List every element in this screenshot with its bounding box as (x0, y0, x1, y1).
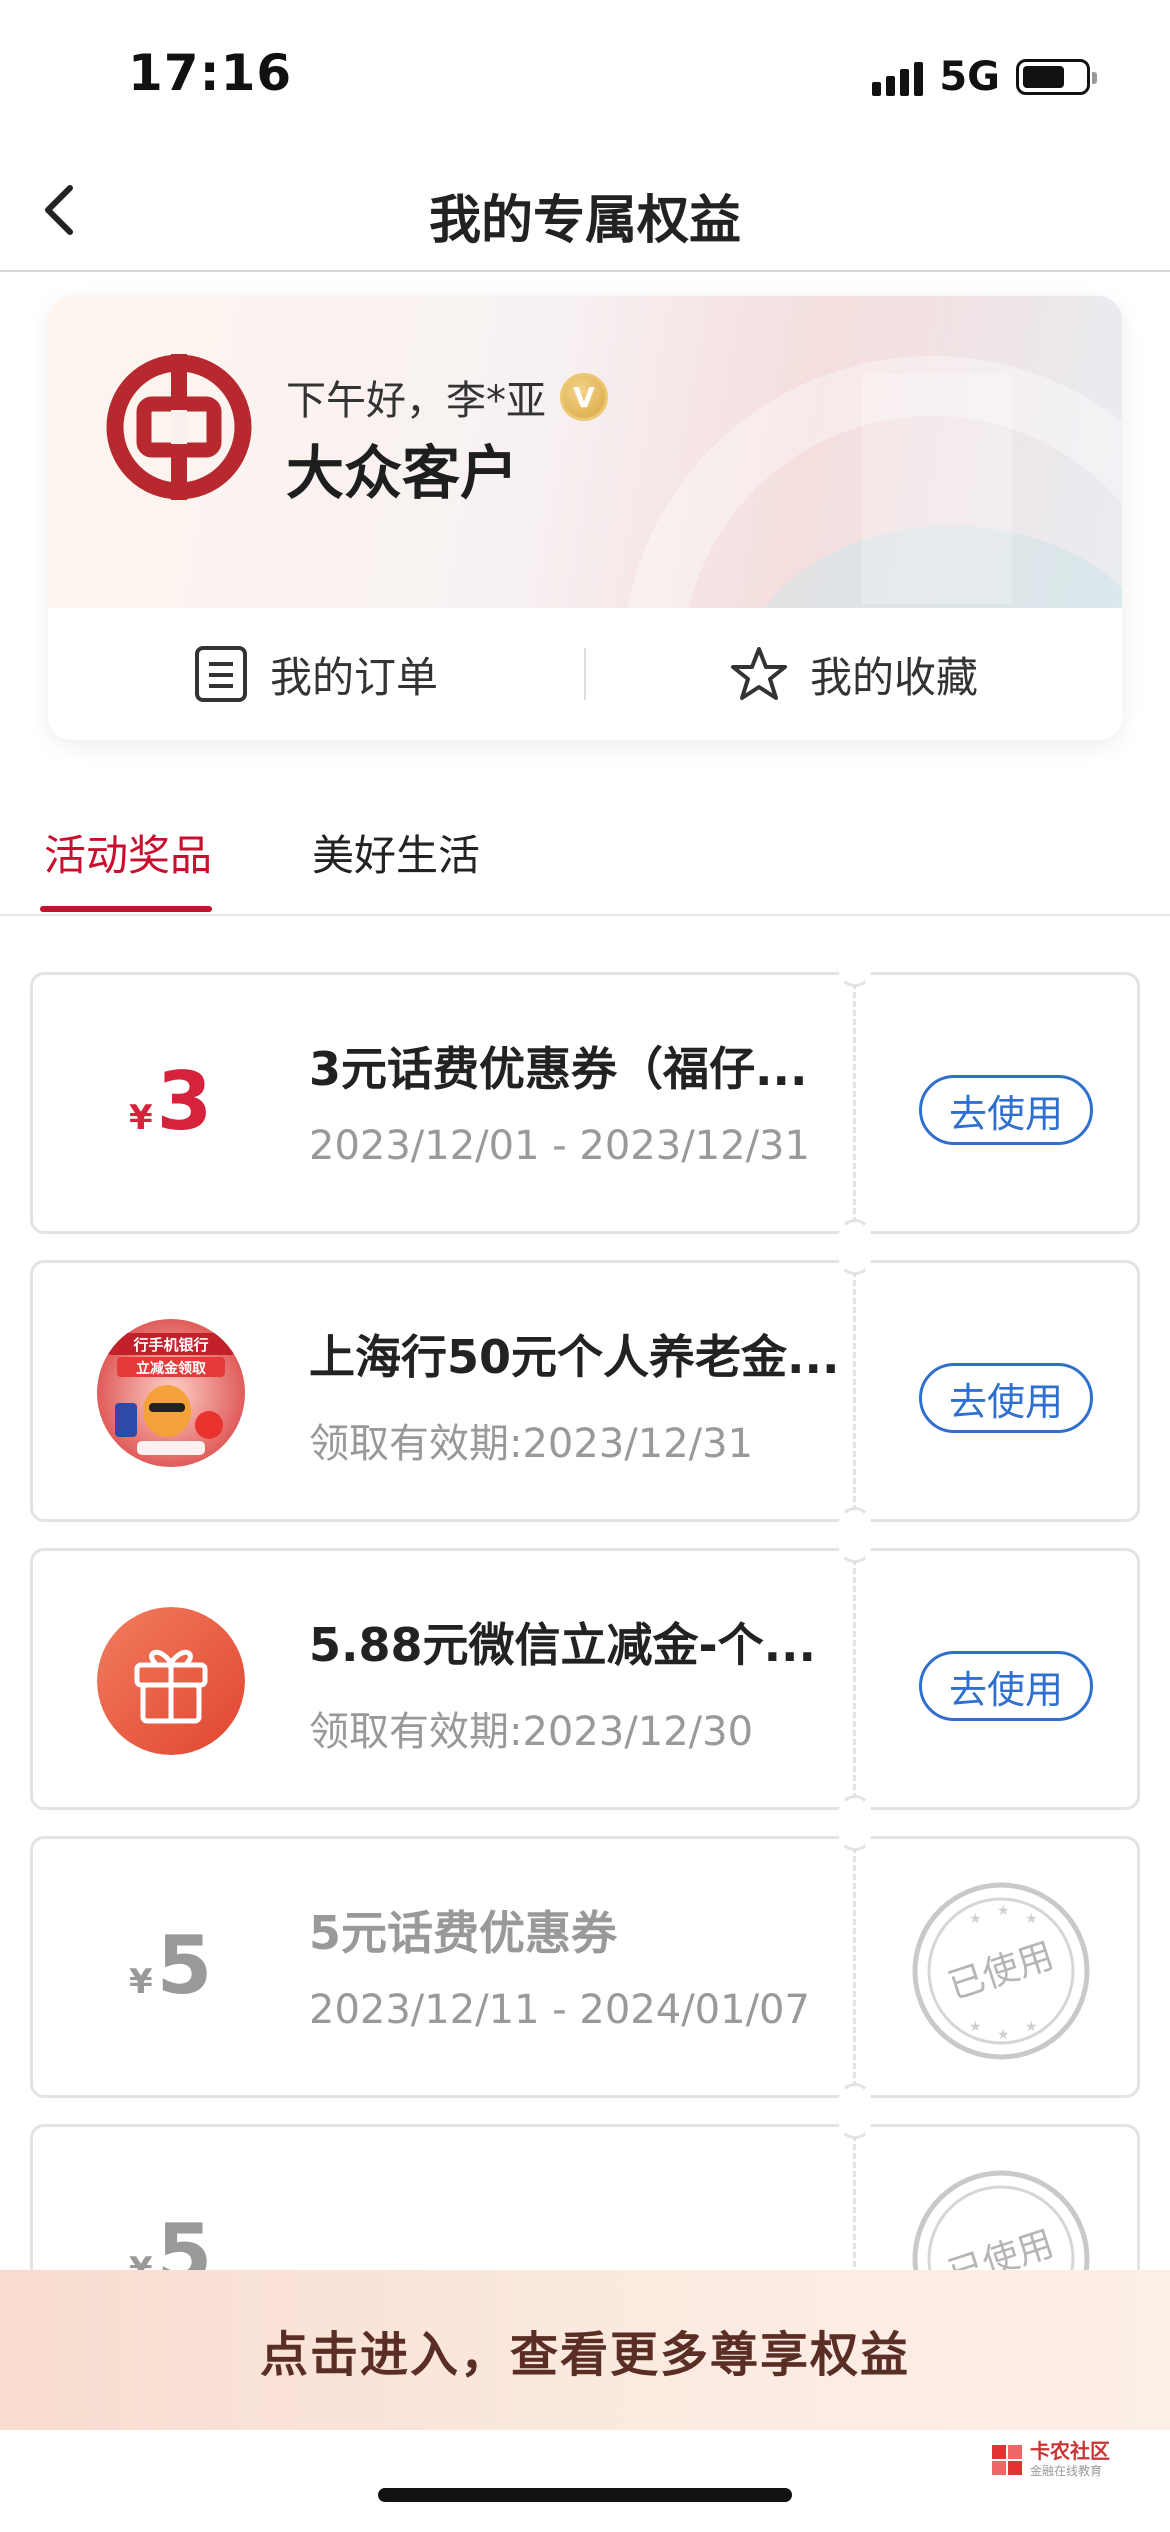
coupon-title: 3元话费优惠券（福仔... (309, 1042, 808, 1096)
tab-active-indicator (40, 906, 212, 912)
svg-text:★: ★ (969, 1911, 982, 1927)
page-title: 我的专属权益 (428, 191, 741, 251)
tab-good-life[interactable]: 美好生活 (312, 822, 480, 883)
promo-thumbnail: 行手机银行 立减金领取 (97, 1319, 245, 1467)
coupon-card[interactable]: 5.88元微信立减金-个... 领取有效期:2023/12/30 去使用 (30, 1531, 1140, 1827)
use-button[interactable]: 去使用 (919, 1075, 1093, 1145)
svg-text:★: ★ (969, 2019, 982, 2035)
used-stamp-icon: 已使用 ★ ★ ★ ★ ★ ★ (912, 1882, 1090, 2060)
coupon-title: 5元话费优惠券 (309, 1906, 618, 1960)
promo-thumb-line1: 行手机银行 (132, 1336, 208, 1354)
profile-card: 下午好，李*亚 V 大众客户 我的订单 我的收藏 (48, 296, 1122, 740)
customer-level: 大众客户 (286, 439, 519, 507)
signal-icon (872, 58, 924, 96)
coupon-date: 2023/12/01 - 2023/12/31 (309, 1123, 810, 1169)
category-tabs: 活动奖品 美好生活 (0, 808, 1170, 916)
amount-value: 5 (156, 1919, 213, 2012)
coupon-title: 5.88元微信立减金-个... (309, 1618, 817, 1672)
home-indicator[interactable] (378, 2488, 792, 2502)
gift-thumbnail (97, 1607, 245, 1755)
svg-text:★: ★ (1025, 2019, 1038, 2035)
used-stamp-text: 已使用 (943, 1935, 1058, 2007)
battery-icon (1016, 59, 1097, 95)
amount-value: 3 (156, 1055, 213, 1148)
coupon-title: 上海行50元个人养老金... (309, 1330, 840, 1384)
vip-badge-icon: V (560, 373, 608, 421)
currency-symbol: ¥ (129, 1962, 153, 2002)
more-benefits-banner[interactable]: 点击进入，查看更多尊享权益 (0, 2270, 1170, 2430)
coupon-card[interactable]: ¥ 5 5元话费优惠券 2023/12/11 - 2024/01/07 已使用 … (30, 1819, 1140, 2115)
use-button[interactable]: 去使用 (919, 1363, 1093, 1433)
order-list-icon (194, 646, 247, 702)
network-type: 5G (939, 54, 1000, 100)
status-indicators: 5G (872, 54, 1097, 100)
greeting: 下午好，李*亚 V (286, 368, 608, 426)
bank-logo (106, 354, 252, 500)
watermark-logo-icon (992, 2444, 1022, 2475)
my-favorites-button[interactable]: 我的收藏 (586, 644, 1122, 705)
coupon-date: 2023/12/11 - 2024/01/07 (309, 1987, 810, 2033)
greeting-text: 下午好，李*亚 (286, 378, 546, 424)
profile-header: 下午好，李*亚 V 大众客户 (48, 296, 1122, 608)
my-favorites-label: 我的收藏 (809, 652, 978, 702)
coupon-date: 领取有效期:2023/12/30 (309, 1709, 754, 1755)
coupon-amount: ¥ 3 (129, 1055, 212, 1148)
coupon-card[interactable]: ¥ 3 3元话费优惠券（福仔... 2023/12/01 - 2023/12/3… (30, 955, 1140, 1251)
star-icon (730, 647, 787, 700)
watermark-text: 卡农社区 (1030, 2439, 1110, 2463)
coupon-card[interactable]: 行手机银行 立减金领取 上海行50元个人养老金... 领取有效期:2023/12… (30, 1243, 1140, 1539)
svg-text:★: ★ (1025, 1911, 1038, 1927)
status-time: 17:16 (128, 44, 293, 102)
gift-icon (97, 1607, 245, 1755)
currency-symbol: ¥ (129, 1098, 153, 1138)
coupon-date: 领取有效期:2023/12/31 (309, 1421, 754, 1467)
promo-thumb-line2: 立减金领取 (136, 1360, 207, 1377)
use-button[interactable]: 去使用 (919, 1651, 1093, 1721)
my-orders-label: 我的订单 (269, 652, 438, 702)
coupon-amount: ¥ 5 (129, 1919, 212, 2012)
svg-text:★: ★ (997, 1903, 1010, 1919)
watermark-subtext: 金融在线教育 (1030, 2464, 1103, 2478)
my-orders-button[interactable]: 我的订单 (48, 644, 584, 705)
status-bar: 17:16 5G (0, 0, 1170, 150)
watermark: 卡农社区 金融在线教育 (990, 2440, 1110, 2479)
nav-bar: 我的专属权益 (0, 150, 1170, 272)
svg-text:★: ★ (997, 2027, 1010, 2043)
profile-actions: 我的订单 我的收藏 (48, 608, 1122, 740)
tab-activity-prizes[interactable]: 活动奖品 (44, 822, 212, 883)
